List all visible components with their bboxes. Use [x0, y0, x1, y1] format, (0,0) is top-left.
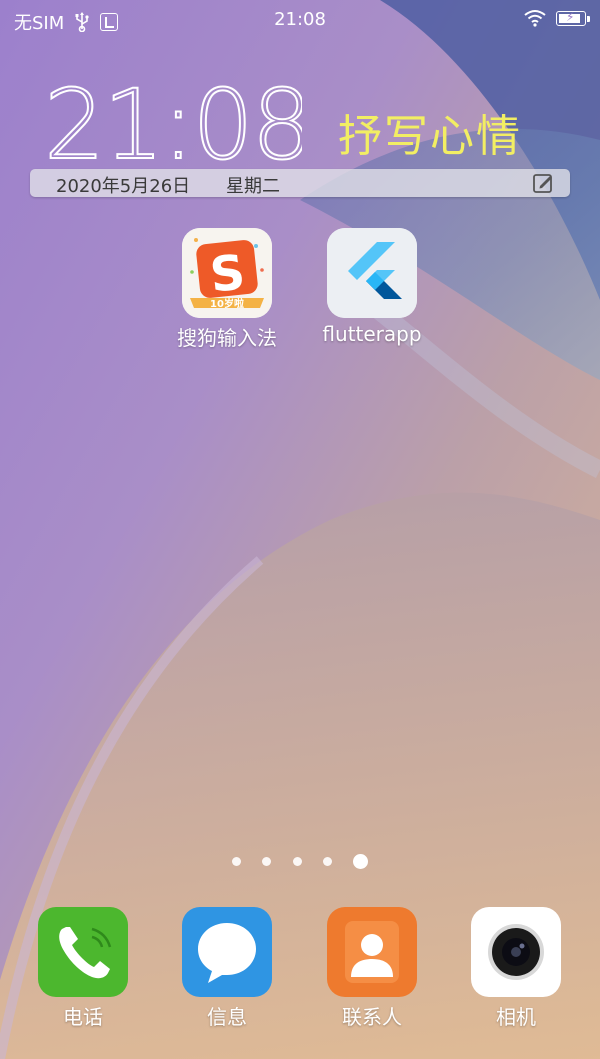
charging-bolt-icon: ⚡ — [566, 9, 575, 24]
app-sogou[interactable]: S 10岁啦 搜狗输入法 — [152, 228, 302, 351]
date-text: 2020年5月26日 — [56, 176, 191, 197]
app-label: 搜狗输入法 — [177, 326, 277, 350]
camera-glyph — [488, 924, 544, 980]
weekday-text: 星期二 — [226, 176, 280, 197]
app-flutterapp[interactable]: flutterapp — [297, 228, 447, 346]
status-right: ⚡ — [524, 9, 590, 27]
message-glyph — [198, 923, 256, 983]
app-label: 相机 — [496, 1005, 536, 1029]
page-dot-active[interactable] — [352, 854, 368, 869]
flutter-icon[interactable] — [327, 228, 417, 318]
contacts-glyph — [345, 921, 399, 983]
camera-icon[interactable] — [471, 907, 561, 997]
big-clock-time: 21:08 — [44, 78, 302, 168]
dock-camera[interactable]: 相机 — [441, 907, 591, 1030]
edit-icon[interactable] — [532, 172, 554, 194]
app-label: 电话 — [63, 1005, 103, 1029]
app-label: flutterapp — [322, 322, 422, 346]
contacts-icon[interactable] — [327, 907, 417, 997]
date-bar: 2020年5月26日 星期二 — [30, 169, 570, 197]
big-clock: 21:08 — [43, 78, 302, 168]
app-label: 信息 — [207, 1005, 247, 1029]
phone-glyph — [59, 927, 112, 979]
dock-message[interactable]: 信息 — [152, 907, 302, 1030]
mood-text[interactable]: 抒写心情 — [338, 100, 522, 164]
flutter-logo — [327, 228, 417, 318]
sogou-logo: S 10岁啦 — [182, 228, 272, 318]
sogou-icon[interactable]: S 10岁啦 — [182, 228, 272, 318]
app-label: 联系人 — [342, 1005, 402, 1029]
message-icon[interactable] — [182, 907, 272, 997]
status-bar: 无SIM 21:08 ⚡ — [0, 0, 600, 40]
page-dot[interactable] — [262, 857, 272, 866]
battery-charging-icon: ⚡ — [556, 9, 590, 26]
dock-contacts[interactable]: 联系人 — [297, 907, 447, 1030]
phone-icon[interactable] — [38, 907, 128, 997]
svg-text:S: S — [207, 244, 247, 303]
page-dot[interactable] — [322, 857, 332, 866]
sogou-badge-text: 10岁啦 — [210, 297, 244, 310]
page-dot[interactable] — [292, 857, 302, 866]
dock-phone[interactable]: 电话 — [8, 907, 158, 1030]
status-time: 21:08 — [274, 9, 326, 30]
page-indicator[interactable] — [0, 851, 600, 871]
page-dot[interactable] — [232, 857, 242, 866]
wifi-icon — [524, 10, 546, 27]
